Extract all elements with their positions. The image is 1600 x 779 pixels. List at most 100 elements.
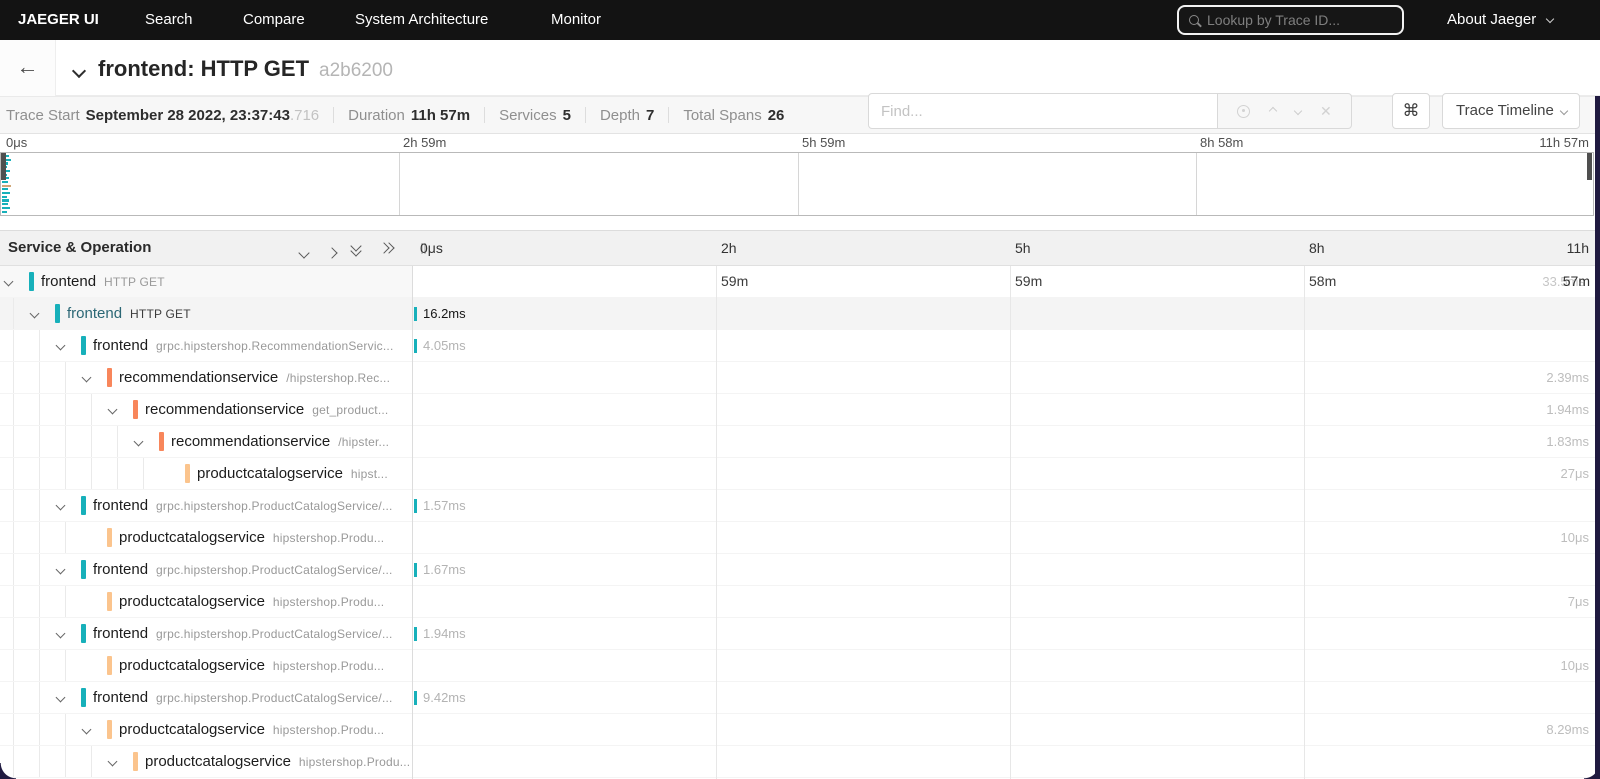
span-row-recommendationservice[interactable]: recommendationservice/hipster... 1.83ms xyxy=(0,426,1600,458)
total-spans-value: 26 xyxy=(767,106,785,124)
span-bar[interactable] xyxy=(414,339,417,353)
span-bar[interactable] xyxy=(414,627,417,641)
collapse-chevron-icon[interactable] xyxy=(29,308,40,319)
trace-id: a2b6200 xyxy=(319,60,393,81)
nav-item-search[interactable]: Search xyxy=(145,0,193,40)
span-name-cell[interactable]: frontend grpc.hipstershop.ProductCatalogS… xyxy=(0,490,412,521)
span-row-frontend[interactable]: frontend grpc.hipstershop.ProductCatalogS… xyxy=(0,490,1600,522)
span-name-cell[interactable]: frontend HTTP GET xyxy=(0,266,412,297)
span-name-cell[interactable]: productcatalogservice hipstershop.Produ..… xyxy=(0,746,412,777)
indent-guide xyxy=(117,426,118,457)
nav-item-system-architecture[interactable]: System Architecture xyxy=(355,0,488,40)
expand-all-icon[interactable] xyxy=(378,241,395,259)
trace-minimap[interactable] xyxy=(0,152,1594,216)
span-row-productcatalogservice[interactable]: productcatalogservice hipstershop.Produ..… xyxy=(0,746,1600,778)
span-name-cell[interactable]: productcatalogservice hipstershop.Produ..… xyxy=(0,522,412,553)
keyboard-shortcuts-button[interactable]: ⌘ xyxy=(1392,93,1430,129)
locate-icon[interactable] xyxy=(1237,104,1251,118)
span-row-productcatalogservice[interactable]: productcatalogservice hipstershop.Produ..… xyxy=(0,586,1600,618)
about-jaeger-menu[interactable]: About Jaeger xyxy=(1447,0,1555,40)
indent-guide xyxy=(65,394,66,425)
find-placeholder: Find... xyxy=(881,102,923,120)
span-row-productcatalogservice[interactable]: productcatalogservice hipst... 27μs xyxy=(0,458,1600,490)
timeline-tick-label: 5h xyxy=(1015,240,1031,256)
minimap-grid-line xyxy=(1196,153,1197,215)
collapse-chevron-icon[interactable] xyxy=(3,276,14,287)
span-name-cell[interactable]: frontend grpc.hipstershop.ProductCatalogS… xyxy=(0,618,412,649)
trace-view-select[interactable]: Trace Timeline xyxy=(1442,93,1580,129)
span-name-cell[interactable]: recommendationservice/hipstershop.Rec... xyxy=(0,362,412,393)
span-color-bar xyxy=(185,464,190,483)
clear-search-icon[interactable]: ✕ xyxy=(1320,103,1332,120)
span-row-frontend[interactable]: frontend grpc.hipstershop.RecommendationS… xyxy=(0,330,1600,362)
span-name-cell[interactable]: frontend grpc.hipstershop.ProductCatalogS… xyxy=(0,554,412,585)
span-name-cell[interactable]: recommendationservice/hipster... xyxy=(0,426,412,457)
span-row-frontend[interactable]: frontend grpc.hipstershop.ProductCatalogS… xyxy=(0,682,1600,714)
indent-guide xyxy=(13,362,14,393)
span-name-cell[interactable]: frontend grpc.hipstershop.RecommendationS… xyxy=(0,330,412,361)
span-row-frontend[interactable]: frontend grpc.hipstershop.ProductCatalogS… xyxy=(0,554,1600,586)
trace-id-lookup-input[interactable]: Lookup by Trace ID... xyxy=(1177,5,1404,35)
expand-one-icon[interactable] xyxy=(326,244,338,262)
span-row-recommendationservice[interactable]: recommendationservice/hipstershop.Rec...… xyxy=(0,362,1600,394)
duration-label: Duration xyxy=(348,106,405,124)
span-bar[interactable] xyxy=(414,307,417,321)
timeline-tick-sublabel: 59m xyxy=(721,273,749,289)
collapse-chevron-icon[interactable] xyxy=(55,628,66,639)
span-operation-name: grpc.hipstershop.ProductCatalogService/.… xyxy=(156,563,393,577)
find-input[interactable]: Find... xyxy=(868,93,1218,129)
collapse-one-icon[interactable] xyxy=(298,244,310,262)
app-brand[interactable]: JAEGER UI xyxy=(18,0,99,40)
back-button[interactable]: ← xyxy=(0,40,56,96)
indent-guide xyxy=(13,586,14,617)
span-service-name: frontend xyxy=(41,273,97,290)
span-service-name: recommendationservice xyxy=(145,401,305,418)
span-name-cell[interactable]: productcatalogservice hipst... xyxy=(0,458,412,489)
span-name-cell[interactable]: productcatalogservice hipstershop.Produ..… xyxy=(0,586,412,617)
collapse-trace-chevron-icon[interactable] xyxy=(71,63,87,79)
minimap-left-drag-handle[interactable] xyxy=(1,153,6,180)
collapse-chevron-icon[interactable] xyxy=(107,404,118,415)
trace-start-label: Trace Start xyxy=(6,106,80,124)
span-operation-name: /hipster... xyxy=(338,435,390,449)
nav-item-compare[interactable]: Compare xyxy=(243,0,305,40)
span-bar[interactable] xyxy=(414,691,417,705)
collapse-chevron-icon[interactable] xyxy=(133,436,144,447)
span-name-cell[interactable]: productcatalogservice hipstershop.Produ..… xyxy=(0,650,412,681)
span-row-frontend[interactable]: frontend grpc.hipstershop.ProductCatalogS… xyxy=(0,618,1600,650)
span-name-cell[interactable]: frontend HTTP GET xyxy=(0,298,412,329)
span-bar[interactable] xyxy=(414,499,417,513)
span-name-cell[interactable]: recommendationservice get_product... xyxy=(0,394,412,425)
indent-guide xyxy=(39,490,40,521)
nav-item-monitor[interactable]: Monitor xyxy=(551,0,601,40)
prev-result-icon[interactable] xyxy=(1268,106,1277,116)
span-row-productcatalogservice[interactable]: productcatalogservice hipstershop.Produ..… xyxy=(0,650,1600,682)
collapse-chevron-icon[interactable] xyxy=(55,500,66,511)
span-name-cell[interactable]: productcatalogservice hipstershop.Produ..… xyxy=(0,714,412,745)
total-spans-label: Total Spans xyxy=(683,106,762,124)
span-name-cell[interactable]: frontend grpc.hipstershop.ProductCatalogS… xyxy=(0,682,412,713)
collapse-chevron-icon[interactable] xyxy=(55,692,66,703)
collapse-chevron-icon[interactable] xyxy=(55,564,66,575)
collapse-chevron-icon[interactable] xyxy=(55,340,66,351)
collapse-chevron-icon[interactable] xyxy=(81,372,92,383)
collapse-chevron-icon[interactable] xyxy=(107,756,118,767)
collapse-all-icon[interactable] xyxy=(350,240,362,259)
indent-guide xyxy=(13,298,14,329)
next-result-icon[interactable] xyxy=(1293,106,1302,116)
trace-stats-bar: Trace Start September 28 2022, 23:37:43.… xyxy=(0,96,1600,134)
timeline-tick-sublabel: 59m xyxy=(1015,273,1043,289)
span-row-frontend[interactable]: frontend HTTP GET 59m 59m 58m 33.5ms 57m xyxy=(0,266,1600,298)
collapse-chevron-icon[interactable] xyxy=(81,724,92,735)
span-row-frontend[interactable]: frontend HTTP GET 16.2ms xyxy=(0,298,1600,330)
span-row-productcatalogservice[interactable]: productcatalogservice hipstershop.Produ..… xyxy=(0,522,1600,554)
span-row-productcatalogservice[interactable]: productcatalogservice hipstershop.Produ..… xyxy=(0,714,1600,746)
minimap-right-drag-handle[interactable] xyxy=(1587,153,1592,180)
timeline-tick-label: 11h xyxy=(1566,240,1589,256)
span-row-recommendationservice[interactable]: recommendationservice get_product... 1.94m… xyxy=(0,394,1600,426)
span-service-name: frontend xyxy=(93,625,149,642)
indent-guide xyxy=(13,746,14,777)
indent-guide xyxy=(13,714,14,745)
span-bar[interactable] xyxy=(414,563,417,577)
span-service-name: productcatalogservice xyxy=(197,465,343,482)
